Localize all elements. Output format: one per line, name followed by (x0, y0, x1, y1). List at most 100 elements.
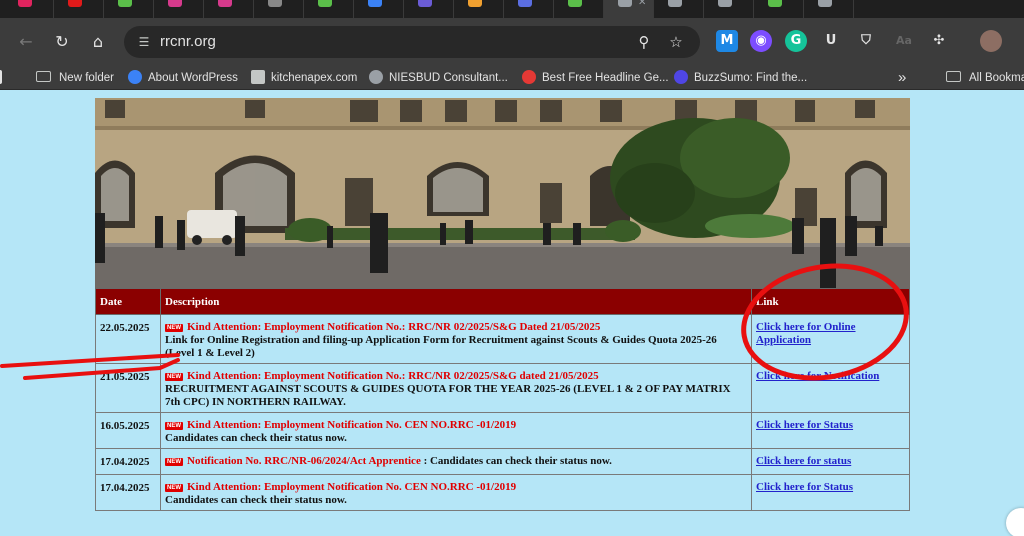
home-icon[interactable]: ⌂ (86, 30, 110, 54)
extension-u-icon[interactable]: U (820, 30, 842, 52)
forward-icon[interactable] (17, 30, 41, 54)
reload-icon[interactable]: ↻ (50, 30, 74, 54)
wordpress-icon (128, 70, 142, 84)
row-description: NEW Notification No. RRC/NR-06/2024/Act A… (160, 448, 752, 475)
extension-aa-icon[interactable]: Aa (893, 30, 915, 52)
new-badge-icon: NEW (165, 484, 183, 492)
browser-tab[interactable] (4, 0, 54, 18)
tab-favicon-icon (368, 0, 382, 7)
apps-icon[interactable] (0, 68, 8, 88)
row-description: NEW Kind Attention: Employment Notificati… (160, 314, 752, 364)
row-date: 16.05.2025 (95, 412, 161, 449)
row-description: NEW Kind Attention: Employment Notificati… (160, 474, 752, 511)
status-link[interactable]: Click here for Status (756, 481, 853, 493)
browser-tab[interactable] (204, 0, 254, 18)
tab-strip: ✕ (0, 0, 1024, 18)
browser-tab[interactable] (654, 0, 704, 18)
description-column-header: Description (160, 288, 752, 315)
bookmarks-overflow-icon[interactable]: » (898, 68, 906, 88)
date-column-header: Date (95, 288, 161, 315)
bookmark-label: NIESBUD Consultant... (389, 72, 508, 84)
building-photo (95, 98, 910, 288)
notice-body: Candidates can check their status now. (165, 494, 347, 506)
table-row: 17.04.2025 NEW Kind Attention: Employment… (95, 474, 910, 511)
browser-tab[interactable] (504, 0, 554, 18)
bookmark-kitchenapex[interactable]: kitchenapex.com (251, 68, 357, 88)
bookmark-label: About WordPress (148, 72, 238, 84)
browser-tab[interactable] (354, 0, 404, 18)
folder-icon (946, 71, 961, 82)
page-content: Date Description Link 22.05.2025 NEW Kind… (0, 90, 1024, 536)
status-link[interactable]: Click here for status (756, 455, 851, 467)
tab-favicon-icon (218, 0, 232, 7)
notification-link[interactable]: Click here for Notification (756, 370, 879, 382)
online-application-link[interactable]: Click here for Online Application (756, 321, 856, 346)
row-description: NEW Kind Attention: Employment Notificati… (160, 412, 752, 449)
extension-brain-icon[interactable]: ◉ (750, 30, 772, 52)
tab-favicon-icon (718, 0, 732, 7)
browser-toolbar: ← ↻ ⌂ ☰ rrcnr.org ⚲ ☆ M ◉ G U ⛉ Aa ✣ (0, 18, 1024, 66)
bookmark-buzzsumo[interactable]: BuzzSumo: Find the... (674, 68, 807, 88)
buzzsumo-icon (674, 70, 688, 84)
bookmark-about-wordpress[interactable]: About WordPress (128, 68, 238, 88)
tab-favicon-icon (668, 0, 682, 7)
browser-tab[interactable] (804, 0, 854, 18)
tab-favicon-icon (268, 0, 282, 7)
notice-body: Link for Online Registration and filing-… (165, 334, 717, 359)
table-header-row: Date Description Link (95, 288, 910, 315)
status-link[interactable]: Click here for Status (756, 419, 853, 431)
browser-tab[interactable] (304, 0, 354, 18)
notices-table: Date Description Link 22.05.2025 NEW Kind… (95, 288, 910, 511)
table-row: 21.05.2025 NEW Kind Attention: Employment… (95, 363, 910, 413)
bookmark-label: BuzzSumo: Find the... (694, 72, 808, 84)
bookmark-headline[interactable]: Best Free Headline Ge... (522, 68, 669, 88)
tab-favicon-icon (68, 0, 82, 7)
browser-tab[interactable] (754, 0, 804, 18)
shield-icon[interactable]: ⛉ (855, 30, 877, 52)
browser-tab[interactable] (154, 0, 204, 18)
link-column-header: Link (751, 288, 910, 315)
browser-tab[interactable] (254, 0, 304, 18)
tab-favicon-icon (568, 0, 582, 7)
table-row: 16.05.2025 NEW Kind Attention: Employment… (95, 412, 910, 449)
table-row: 22.05.2025 NEW Kind Attention: Employment… (95, 314, 910, 364)
zoom-icon[interactable]: ⚲ (634, 32, 654, 52)
row-link-cell: Click here for Status (751, 412, 910, 449)
new-badge-icon: NEW (165, 458, 183, 466)
notice-title: Kind Attention: Employment Notification … (187, 419, 517, 431)
notice-body: : Candidates can check their status now. (423, 455, 612, 467)
tab-favicon-icon (468, 0, 482, 7)
browser-tab[interactable] (404, 0, 454, 18)
new-badge-icon: NEW (165, 324, 183, 332)
browser-tab[interactable] (554, 0, 604, 18)
tab-favicon-icon (818, 0, 832, 7)
browser-tab[interactable] (704, 0, 754, 18)
browser-tab[interactable] (104, 0, 154, 18)
bookmark-star-icon[interactable]: ☆ (666, 32, 686, 52)
row-date: 17.04.2025 (95, 474, 161, 511)
url-text[interactable]: rrcnr.org (160, 26, 216, 58)
browser-tab[interactable] (454, 0, 504, 18)
extension-m-icon[interactable]: M (716, 30, 738, 52)
browser-tab[interactable] (54, 0, 104, 18)
notice-body: RECRUITMENT AGAINST SCOUTS & GUIDES QUOT… (165, 383, 731, 408)
all-bookmarks[interactable]: All Bookmarks (946, 68, 1024, 88)
row-date: 17.04.2025 (95, 448, 161, 475)
bookmark-new-folder[interactable]: New folder (36, 68, 114, 88)
folder-icon (36, 71, 51, 82)
site-info-icon[interactable]: ☰ (136, 34, 152, 50)
profile-avatar[interactable] (980, 30, 1002, 52)
browser-tab[interactable]: ✕ (604, 0, 654, 18)
notice-title: Kind Attention: Employment Notification … (187, 370, 599, 382)
address-bar[interactable]: ☰ rrcnr.org ⚲ ☆ (124, 26, 700, 58)
grammarly-icon[interactable]: G (785, 30, 807, 52)
extensions-puzzle-icon[interactable]: ✣ (928, 30, 950, 52)
bookmark-niesbud[interactable]: NIESBUD Consultant... (369, 68, 508, 88)
row-link-cell: Click here for Notification (751, 363, 910, 413)
row-link-cell: Click here for status (751, 448, 910, 475)
bookmark-label: New folder (59, 72, 114, 84)
row-description: NEW Kind Attention: Employment Notificati… (160, 363, 752, 413)
tab-favicon-icon (418, 0, 432, 7)
close-tab-icon[interactable]: ✕ (638, 0, 646, 8)
chat-widget-button[interactable] (1006, 508, 1024, 536)
